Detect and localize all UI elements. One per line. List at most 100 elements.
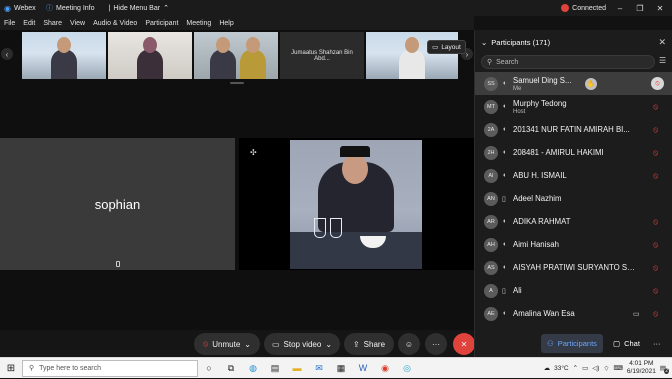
share-button[interactable]: ⇪ Share [344,333,394,355]
chat-icon: ▢ [613,339,621,348]
store-icon[interactable]: ▤ [264,358,286,379]
avatar: AN [484,191,498,206]
participant-name: Ali [513,286,522,295]
sort-icon[interactable]: ☰ [659,56,666,65]
weather-icon[interactable]: ☁ [544,364,551,372]
menu-help[interactable]: Help [219,20,233,27]
calculator-icon[interactable]: ▦ [330,358,352,379]
muted-mic-icon: ⦸ [653,125,659,134]
avatar: AS [484,260,498,275]
participant-tile-sophian[interactable]: sophian [0,138,235,270]
file-explorer-icon[interactable]: ▬ [286,358,308,379]
network-icon[interactable]: ▭ [582,364,588,372]
close-icon: ✕ [460,339,468,349]
menu-share[interactable]: Share [43,20,62,27]
audio-icon: ◖ [502,310,507,317]
system-tray: ☁ 33°C ⌃ ▭ ◁) ⌔ ⌨ 4:01 PM 6/19/2021 ▤ 2 [544,360,672,376]
stop-video-button[interactable]: ▭ Stop video ⌄ [264,333,340,355]
share-label: Share [363,339,386,349]
meeting-info-button[interactable]: ⓘ Meeting Info [42,3,95,13]
taskbar-search-input[interactable]: ⚲ Type here to search [22,359,198,377]
phone-icon: ▯ [502,287,506,295]
chat-tab[interactable]: ▢ Chat [607,334,646,353]
participant-name: Aimi Hanisah [513,240,559,249]
chevron-down-icon[interactable]: ⌄ [325,340,332,349]
hide-menu-bar-button[interactable]: | Hide Menu Bar ⌃ [109,4,169,13]
menu-view[interactable]: View [70,20,85,27]
more-options-icon[interactable]: ⦸ [651,77,664,90]
participant-row[interactable]: SS ◖ Samuel Ding S... Me ✋ ⦸ [475,72,672,95]
participant-row[interactable]: AR ◖ ADIKA RAHMAT ⦸ [475,210,672,233]
chevron-down-icon[interactable]: ⌄ [244,340,251,349]
chevron-up-icon[interactable]: ⌃ [573,364,578,372]
menu-edit[interactable]: Edit [23,20,35,27]
windows-start-icon[interactable]: ⊞ [0,358,22,379]
share-screen-icon: ⇪ [352,339,360,349]
mail-icon[interactable]: ✉ [308,358,330,379]
participant-search-input[interactable]: ⚲ Search [481,55,655,69]
participant-row[interactable]: AN ▯ Adeel Nazhim [475,187,672,210]
participant-row[interactable]: AH ◖ Aimi Hanisah ⦸ [475,233,672,256]
video-thumbnail[interactable] [108,32,192,79]
more-icon: ··· [653,339,661,348]
notifications-icon[interactable]: ▤ 2 [660,364,669,374]
video-thumbnail[interactable] [22,32,106,79]
participants-tab[interactable]: ⚇ Participants [541,334,603,353]
restore-icon[interactable]: ❐ [634,4,646,13]
participants-tab-label: Participants [557,339,597,348]
menu-participant[interactable]: Participant [145,20,178,27]
minimize-icon[interactable]: – [614,4,626,13]
muted-mic-icon: ⦸ [653,240,659,249]
task-view-icon[interactable]: ⧉ [220,358,242,379]
participant-name: Samuel Ding S... [513,76,572,85]
edge-icon[interactable]: ◍ [242,358,264,379]
chrome-icon[interactable]: ◉ [374,358,396,379]
menu-meeting[interactable]: Meeting [186,20,211,27]
participant-name: Amalina Wan Esa [513,309,575,318]
panel-more-button[interactable]: ··· [647,334,667,353]
stop-video-label: Stop video [283,339,322,349]
menu-file[interactable]: File [4,20,15,27]
participants-title: Participants (171) [491,37,551,47]
language-icon[interactable]: ⌨ [614,364,623,372]
panel-tabs: ⚇ Participants ▢ Chat ··· [474,330,672,357]
menu-audio-video[interactable]: Audio & Video [93,20,137,27]
filmstrip-prev-icon[interactable]: ‹ [1,48,13,60]
webex-logo-icon: ◉ [4,3,11,13]
more-options-button[interactable]: ··· [425,333,447,355]
unmute-button[interactable]: ⦸ Unmute ⌄ [194,333,260,355]
participant-row[interactable]: AI ◖ ABU H. ISMAIL ⦸ [475,164,672,187]
avatar: AE [484,306,498,321]
participant-row[interactable]: 2A ◖ 201341 NUR FATIN AMIRAH BI... ⦸ [475,118,672,141]
participant-row[interactable]: AS ◖ AISYAH PRATIWI SURYANTO SU... ⦸ [475,256,672,279]
participant-row[interactable]: AE ◖ Amalina Wan Esa ▭ ⦸ [475,302,672,325]
menu-bar: File Edit Share View Audio & Video Parti… [0,16,474,30]
status-dot-icon [561,4,570,12]
reactions-button[interactable]: ☺ [398,333,420,355]
video-thumbnail-name-only[interactable]: Jumaatus Shahzan Bin Abd... [280,32,364,79]
clock[interactable]: 4:01 PM 6/19/2021 [627,360,656,376]
taskbar-search-placeholder: Type here to search [39,364,102,372]
chevron-down-icon[interactable]: ⌄ [481,38,487,47]
phone-icon: ▯ [502,195,506,203]
raise-hand-icon[interactable]: ✋ [585,77,597,90]
close-panel-icon[interactable]: ✕ [658,37,672,48]
wifi-icon[interactable]: ⌔ [603,364,609,373]
webex-taskbar-icon[interactable]: ◎ [396,358,418,379]
video-thumbnail[interactable] [194,32,278,79]
volume-icon[interactable]: ◁) [592,364,599,372]
filmstrip-resize-handle[interactable] [230,82,244,84]
layout-button[interactable]: ▭ Layout [427,40,466,54]
muted-mic-icon: ⦸ [203,339,209,348]
participant-role: Host [513,109,526,115]
participant-row[interactable]: A ▯ Ali ⦸ [475,279,672,302]
avatar: AH [484,237,498,252]
word-icon[interactable]: W [352,358,374,379]
close-window-icon[interactable]: ✕ [654,4,666,13]
participant-row[interactable]: MT ◖ Murphy Tedong Host ⦸ [475,95,672,118]
cortana-icon[interactable]: ○ [198,358,220,379]
leave-meeting-button[interactable]: ✕ [453,333,475,355]
participant-list: SS ◖ Samuel Ding S... Me ✋ ⦸ MT ◖ Murphy… [475,72,672,325]
participant-row[interactable]: 2H ◖ 208481 - AMIRUL HAKIMI ⦸ [475,141,672,164]
windows-taskbar: ⊞ ⚲ Type here to search ○ ⧉ ◍ ▤ ▬ ✉ ▦ W … [0,357,672,378]
